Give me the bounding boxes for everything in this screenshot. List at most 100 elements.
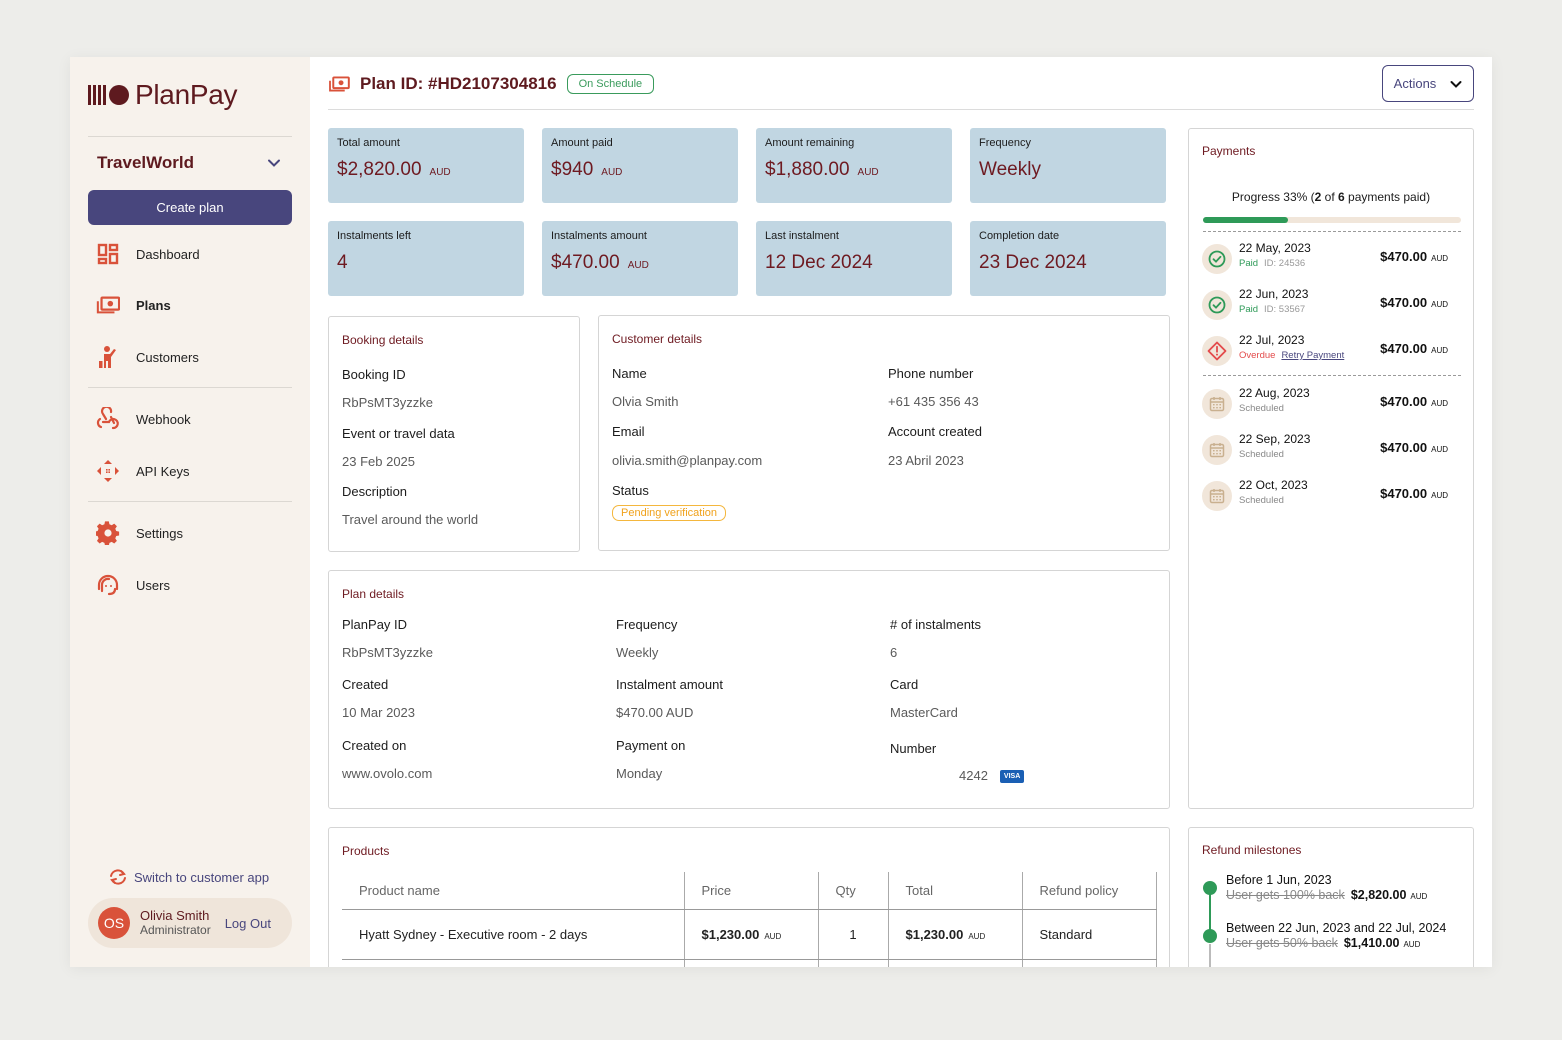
sidebar-item-webhook[interactable]: Webhook (96, 407, 191, 431)
booking-id-label: Booking ID (342, 367, 406, 382)
products-card: Products Product name Price Qty Total Re… (328, 827, 1170, 967)
payment-amount: $470.00 AUD (1380, 295, 1448, 310)
api-keys-icon (96, 459, 120, 483)
created-on-value[interactable]: www.ovolo.com (342, 766, 432, 781)
payment-on-label: Payment on (616, 738, 686, 753)
column-header: Price (684, 872, 819, 910)
created-label: Created (342, 677, 389, 692)
users-icon (96, 573, 120, 597)
products-table: Product name Price Qty Total Refund poli… (342, 872, 1157, 967)
sidebar-item-label: Customers (136, 349, 199, 365)
stat-card-instalments-left: Instalments left 4 (328, 221, 524, 296)
progress-bar (1203, 217, 1461, 223)
progress-fill (1203, 217, 1289, 223)
warning-diamond-icon (1202, 336, 1232, 366)
actions-dropdown[interactable]: Actions (1382, 65, 1474, 102)
stat-card-instalments-amount: Instalments amount $470.00 AUD (542, 221, 738, 296)
user-card: OS Olivia Smith Administrator Log Out (88, 898, 292, 948)
table-row[interactable]: Hyatt Sydney - Executive room - 2 days $… (342, 909, 1157, 960)
sidebar-item-users[interactable]: Users (96, 573, 170, 597)
create-plan-button[interactable]: Create plan (88, 190, 292, 225)
instalments-value: 6 (890, 645, 898, 660)
status-label: Status (612, 483, 649, 498)
stat-card-frequency: Frequency Weekly (970, 128, 1166, 203)
stat-value: $940 AUD (551, 159, 623, 180)
logo[interactable]: PlanPay (88, 79, 238, 111)
payment-date: 22 Sep, 2023 (1239, 432, 1311, 446)
pending-verification-badge: Pending verification (612, 505, 727, 521)
payment-row: 22 Jul, 2023 Overdue Retry Payment $470.00 A… (1202, 333, 1460, 373)
event-date-value: 23 Feb 2025 (342, 454, 416, 469)
created-value: 10 Mar 2023 (342, 705, 415, 720)
event-date-label: Event or travel data (342, 426, 455, 441)
stat-card-amount-remaining: Amount remaining $1,880.00 AUD (756, 128, 952, 203)
sidebar-item-label: Users (136, 577, 170, 593)
retry-payment-link[interactable]: Retry Payment (1281, 350, 1344, 361)
frequency-value: Weekly (616, 645, 659, 660)
stat-card-last-instalment: Last instalment 12 Dec 2024 (756, 221, 952, 296)
table-row[interactable] (342, 959, 1157, 967)
customer-name-value: Olvia Smith (612, 394, 679, 409)
sidebar-item-api-keys[interactable]: API Keys (96, 459, 189, 483)
org-selector[interactable]: TravelWorld (97, 153, 281, 173)
user-role: Administrator (140, 923, 211, 937)
sidebar-item-customers[interactable]: Customers (96, 345, 199, 369)
sidebar-item-dashboard[interactable]: Dashboard (96, 242, 200, 266)
payment-amount: $470.00 AUD (1380, 394, 1448, 409)
org-name: TravelWorld (97, 153, 194, 172)
stat-value: 4 (337, 252, 348, 273)
product-refund-policy: Standard (1022, 909, 1157, 960)
sidebar-item-label: Plans (136, 297, 171, 313)
payment-id: ID: 24536 (1264, 258, 1306, 269)
chevron-down-icon (268, 159, 280, 167)
created-on-label: Created on (342, 738, 407, 753)
brand-name: PlanPay (135, 79, 238, 110)
payment-amount: $470.00 AUD (1380, 440, 1448, 455)
account-created-value: 23 Abril 2023 (888, 453, 964, 468)
payment-row: 22 Oct, 2023 Scheduled $470.00 AUD (1202, 478, 1460, 518)
sidebar: PlanPay TravelWorld Create plan Dashboar… (70, 57, 310, 967)
payment-date: 22 Jun, 2023 (1239, 287, 1309, 301)
milestone-detail: User gets 100% back $2,820.00 AUD (1226, 888, 1428, 902)
column-header: Product name (342, 872, 685, 910)
sidebar-item-settings[interactable]: Settings (96, 521, 183, 545)
booking-details-card: Booking details Booking ID RbPsMT3yzzke … (328, 316, 580, 552)
payment-row: 22 May, 2023 Paid ID: 24536 $470.00 AUD (1202, 241, 1460, 281)
plan-details-card: Plan details PlanPay ID RbPsMT3yzzke Fre… (328, 570, 1170, 809)
description-label: Description (342, 484, 408, 499)
switch-customer-app-link[interactable]: Switch to customer app (108, 869, 269, 885)
payment-status: Paid (1239, 258, 1259, 269)
stat-label: Amount paid (551, 137, 613, 149)
email-value: olivia.smith@planpay.com (612, 453, 763, 468)
card-value: MasterCard (890, 705, 958, 720)
stat-unit: AUD (857, 167, 879, 178)
payment-date: 22 May, 2023 (1239, 241, 1311, 255)
payment-id: ID: 53567 (1264, 304, 1306, 315)
switch-icon (110, 869, 126, 885)
instalments-label: # of instalments (890, 617, 982, 632)
dashboard-icon (96, 242, 120, 266)
timeline-line (1209, 944, 1211, 967)
payment-row: 22 Aug, 2023 Scheduled $470.00 AUD (1202, 386, 1460, 426)
card-title: Products (342, 844, 390, 858)
milestone-detail: User gets 50% back $1,410.00 AUD (1226, 936, 1421, 950)
phone-value: +61 435 356 43 (888, 394, 979, 409)
product-qty: 1 (818, 909, 889, 960)
sidebar-item-plans[interactable]: Plans (96, 293, 171, 317)
payment-date: 22 Jul, 2023 (1239, 333, 1305, 347)
stat-label: Amount remaining (765, 137, 855, 149)
logo-mark-icon (88, 85, 129, 105)
refund-milestones-card: Refund milestones Before 1 Jun, 2023 Use… (1188, 827, 1474, 967)
stat-unit: AUD (601, 167, 623, 178)
stat-card-amount-paid: Amount paid $940 AUD (542, 128, 738, 203)
card-number: 4242 VISA (959, 768, 1025, 784)
card-title: Booking details (342, 333, 424, 347)
stat-label: Total amount (337, 137, 400, 149)
plans-icon (96, 293, 120, 317)
logout-link[interactable]: Log Out (225, 916, 271, 931)
user-name: Olivia Smith (140, 908, 210, 923)
card-label: Card (890, 677, 919, 692)
product-price: $1,230.00 AUD (684, 909, 819, 960)
payment-date: 22 Oct, 2023 (1239, 478, 1308, 492)
card-title: Refund milestones (1202, 843, 1302, 857)
